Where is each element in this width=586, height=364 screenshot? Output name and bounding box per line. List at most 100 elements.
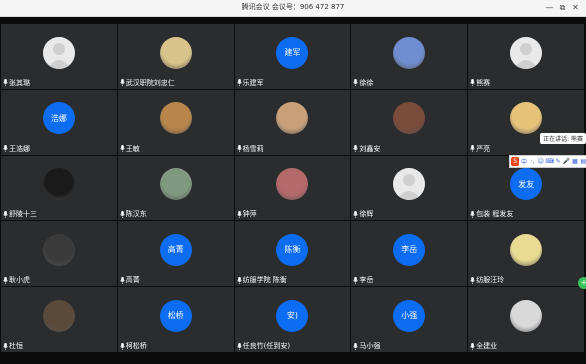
participant-tile[interactable]: 严亮 bbox=[468, 89, 584, 155]
participant-name-label: 耿小虎 bbox=[3, 275, 30, 285]
participant-tile[interactable]: 全建业 bbox=[468, 287, 584, 352]
participant-tile[interactable]: 浩娜 王浩娜 bbox=[1, 89, 117, 155]
microphone-icon bbox=[119, 145, 125, 153]
restore-button[interactable]: ⧉ bbox=[556, 1, 569, 15]
participant-name-label: 纺服学院 陈衡 bbox=[236, 275, 287, 285]
participant-tile[interactable]: 纺服汪玲 bbox=[468, 221, 584, 287]
participant-name: 乐建军 bbox=[242, 78, 264, 87]
microphone-icon bbox=[119, 210, 125, 218]
participant-avatar bbox=[159, 102, 192, 135]
participant-avatar: 陈衡 bbox=[276, 233, 309, 266]
ime-tool-icon[interactable]: ☺ bbox=[537, 158, 544, 165]
minimize-button[interactable]: — bbox=[543, 1, 556, 15]
participant-name: 马小强 bbox=[359, 342, 381, 350]
participant-name-label: 纺服汪玲 bbox=[470, 275, 504, 285]
microphone-icon bbox=[353, 342, 359, 350]
microphone-icon bbox=[236, 79, 242, 87]
ime-tool-icon[interactable]: 中 bbox=[520, 157, 527, 166]
participant-name: 刘鑫安 bbox=[359, 144, 381, 153]
microphone-icon bbox=[470, 145, 476, 153]
ime-tool-icon[interactable]: ·, bbox=[529, 158, 536, 165]
participant-name-label: 武汉职院刘忠仁 bbox=[119, 78, 175, 88]
participant-tile[interactable]: 小强 马小强 bbox=[351, 287, 468, 352]
participant-avatar bbox=[42, 299, 75, 332]
participant-avatar: 高菁 bbox=[159, 233, 192, 266]
participant-tile[interactable]: 杜恒 bbox=[1, 287, 117, 352]
participant-name-label: 杨雪莉 bbox=[236, 144, 264, 154]
participant-tile[interactable]: 王敏 bbox=[117, 89, 234, 155]
participant-avatar bbox=[393, 36, 426, 69]
participant-name: 高菁 bbox=[125, 276, 140, 285]
ime-tool-icon[interactable]: ▤ bbox=[580, 158, 586, 165]
participant-name-label: 李岳 bbox=[353, 275, 373, 285]
participant-avatar bbox=[42, 36, 75, 69]
microphone-icon bbox=[3, 276, 8, 284]
participant-tile[interactable]: 安) 任良竹(任到安) bbox=[234, 287, 351, 352]
participant-name: 钟萍 bbox=[242, 210, 257, 219]
participant-name-label: 徐辉 bbox=[353, 209, 373, 219]
participant-avatar bbox=[159, 36, 192, 69]
microphone-icon bbox=[353, 79, 359, 87]
window-title: 腾讯会议 会议号：906 472 877 bbox=[241, 3, 345, 11]
title-bar: 腾讯会议 会议号：906 472 877 — ⧉ ✕ bbox=[0, 0, 586, 17]
participant-tile[interactable]: 松桥 柯松桥 bbox=[117, 287, 234, 352]
participant-tile[interactable]: 钟萍 bbox=[234, 155, 351, 221]
ime-logo-icon[interactable]: S bbox=[511, 157, 520, 166]
ime-toolbar[interactable]: S 中 ·, ☺ ⌨ ✎ 🎤 ▦ ▤ bbox=[509, 155, 586, 168]
participant-name-label: 柯松桥 bbox=[119, 341, 147, 351]
microphone-icon bbox=[119, 276, 125, 284]
participant-name: 武汉职院刘忠仁 bbox=[125, 78, 175, 87]
participant-name: 熊赛 bbox=[476, 78, 491, 87]
microphone-icon bbox=[470, 342, 476, 350]
ime-tool-icon[interactable]: 🎤 bbox=[563, 158, 570, 165]
participant-tile[interactable]: 武汉职院刘忠仁 bbox=[117, 24, 234, 89]
participant-grid: 张其璐 武汉职院刘忠仁 建军 乐建军 徐徐 熊赛 浩娜 王浩娜 王敏 杨雪莉 刘鑫安 严亮 舒陵十三 陈汉… bbox=[1, 24, 584, 352]
participant-tile[interactable]: 徐辉 bbox=[351, 155, 468, 221]
participant-name-label: 任良竹(任到安) bbox=[236, 341, 291, 351]
participant-avatar: 李岳 bbox=[393, 233, 426, 266]
participant-name-label: 包装 程发友 bbox=[470, 209, 513, 219]
participant-name-label: 乐建军 bbox=[236, 78, 264, 88]
microphone-icon bbox=[236, 276, 242, 284]
participant-name-label: 张其璐 bbox=[3, 78, 30, 88]
participant-tile[interactable]: 徐徐 bbox=[351, 24, 468, 89]
participant-name: 王敏 bbox=[125, 144, 140, 153]
participant-tile[interactable]: 建军乐建军 bbox=[234, 24, 351, 89]
participant-name-label: 舒陵十三 bbox=[3, 209, 37, 219]
ime-tool-icon[interactable]: ✎ bbox=[554, 158, 561, 165]
participant-tile[interactable]: 刘鑫安 bbox=[351, 89, 468, 155]
microphone-icon bbox=[3, 210, 8, 218]
participant-avatar: 建军 bbox=[276, 36, 309, 69]
participant-name: 纺服汪玲 bbox=[476, 276, 505, 285]
ime-tool-icon[interactable]: ⌨ bbox=[545, 158, 554, 165]
close-button[interactable]: ✕ bbox=[569, 1, 582, 15]
participant-tile[interactable]: 陈衡纺服学院 陈衡 bbox=[234, 221, 351, 287]
participant-tile[interactable]: 舒陵十三 bbox=[1, 155, 117, 221]
participant-tile[interactable]: 张其璐 bbox=[1, 24, 117, 89]
participant-name: 舒陵十三 bbox=[9, 210, 37, 219]
participant-name-label: 陈汉东 bbox=[119, 209, 147, 219]
participant-tile[interactable]: 李岳 李岳 bbox=[351, 221, 468, 287]
participant-tile[interactable]: 熊赛 bbox=[468, 24, 584, 89]
ime-tool-icon[interactable]: ▦ bbox=[571, 158, 578, 165]
participant-name-label: 马小强 bbox=[353, 341, 380, 351]
participant-name: 任良竹(任到安) bbox=[242, 342, 291, 350]
participant-name: 陈汉东 bbox=[125, 210, 147, 219]
add-button[interactable]: + bbox=[578, 277, 586, 289]
participant-name-label: 全建业 bbox=[470, 341, 497, 351]
participant-tile[interactable]: 高菁 高菁 bbox=[117, 221, 234, 287]
participant-tile[interactable]: 陈汉东 bbox=[117, 155, 234, 221]
microphone-icon bbox=[119, 79, 125, 87]
participant-name: 耿小虎 bbox=[9, 276, 30, 285]
microphone-icon bbox=[470, 210, 476, 218]
participant-avatar: 安) bbox=[276, 299, 309, 332]
participant-avatar bbox=[276, 102, 309, 135]
participant-tile[interactable]: 杨雪莉 bbox=[234, 89, 351, 155]
participant-name-label: 王敏 bbox=[119, 144, 140, 154]
participant-avatar bbox=[393, 168, 426, 201]
participant-tile[interactable]: 耿小虎 bbox=[1, 221, 117, 287]
microphone-icon bbox=[3, 342, 8, 350]
microphone-icon bbox=[236, 210, 242, 218]
microphone-icon bbox=[3, 79, 8, 87]
participant-name: 全建业 bbox=[476, 342, 498, 350]
